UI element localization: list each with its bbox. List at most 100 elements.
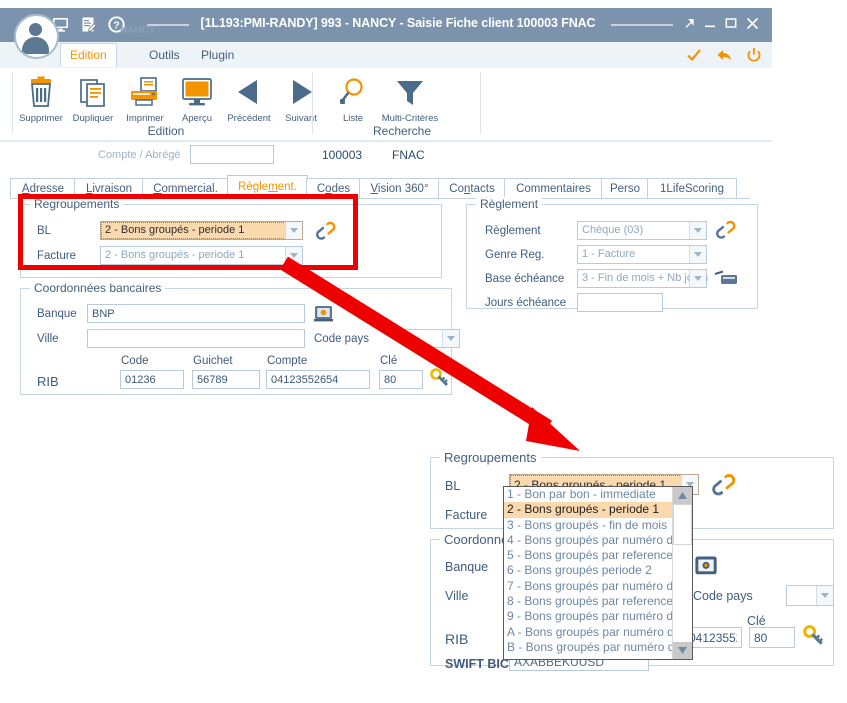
inset-rib-header-cle: Clé: [747, 614, 766, 628]
tab-1lifescoring[interactable]: 1LifeScoring: [647, 178, 737, 199]
genre-reg-combo[interactable]: 1 - Facture: [577, 245, 707, 264]
bank-safe-icon[interactable]: [313, 303, 335, 326]
reglement-label: Règlement: [485, 225, 541, 237]
menu-action-group: [686, 47, 762, 66]
maximize-icon[interactable]: [724, 16, 738, 30]
coordonnees-bancaires-group: Coordonnées bancaires Banque Ville Code …: [20, 281, 460, 395]
chevron-down-icon[interactable]: [689, 270, 706, 287]
ribbon-toolbar: Supprimer Dupliquer Imprimer Aperçu Préc: [0, 68, 772, 142]
zoomed-inset-panel: Regroupements BL 2 - Bons groupés - peri…: [425, 449, 847, 674]
dropdown-option[interactable]: 3 - Bons groupés - fin de mois: [504, 518, 692, 533]
rib-guichet-input[interactable]: [192, 370, 260, 389]
tab-commentaires[interactable]: Commentaires: [504, 178, 603, 199]
dropdown-scroll-track[interactable]: [673, 545, 692, 642]
reglement-combo-value: Chèque (03): [582, 224, 644, 236]
menu-bar: Edition Outils Plugin: [0, 42, 772, 69]
dropdown-option[interactable]: 4 - Bons groupés par numéro de commar: [504, 533, 692, 548]
reglement-combo[interactable]: Chèque (03): [577, 221, 707, 240]
ville-input[interactable]: [87, 329, 305, 348]
inset-ville-label: Ville: [445, 589, 469, 603]
inset-banque-label: Banque: [445, 560, 489, 574]
inset-bl-label: BL: [445, 479, 461, 493]
dropdown-option[interactable]: B - Bons groupés par numéro de commar: [504, 640, 692, 655]
dropdown-scroll-thumb[interactable]: [673, 504, 692, 545]
chain-link-icon[interactable]: [711, 473, 737, 500]
undo-arrow-icon[interactable]: [716, 47, 732, 66]
tab-vision-360[interactable]: Vision 360°: [359, 178, 440, 199]
user-avatar[interactable]: [14, 14, 59, 59]
dropdown-option[interactable]: 7 - Bons groupés par numéro de commar: [504, 579, 692, 594]
inset-code-pays-combo[interactable]: [786, 585, 834, 606]
rib-header-compte: Compte: [267, 355, 308, 367]
coordonnees-caption: Coordonnées bancaires: [30, 281, 166, 295]
ribbon-sep-2: [480, 72, 481, 134]
dropdown-option[interactable]: A - Bons groupés par numéro de commar: [504, 625, 692, 640]
close-icon[interactable]: [745, 16, 760, 31]
reglement-caption: Règlement: [476, 197, 543, 211]
ribbon-button-multi-criteres[interactable]: Multi-Critères: [374, 72, 446, 124]
key-icon[interactable]: [803, 625, 825, 652]
notes-icon[interactable]: [80, 16, 97, 33]
banque-input[interactable]: [87, 304, 305, 323]
minimize-icon[interactable]: [703, 16, 717, 30]
account-header-row: Compte / Abrégé 100003 FNAC: [0, 144, 772, 174]
compte-input[interactable]: [190, 145, 274, 164]
inset-rib-label: RIB: [445, 631, 469, 647]
dropdown-option[interactable]: 6 - Bons groupés periode 2: [504, 563, 692, 578]
menu-item-outils[interactable]: Outils: [140, 46, 189, 64]
inset-facture-label: Facture: [445, 508, 488, 522]
dropdown-option[interactable]: 5 - Bons groupés par reference de comm: [504, 548, 692, 563]
ghost-title-text: NANCY: [120, 25, 156, 36]
power-icon[interactable]: [746, 47, 762, 66]
base-echeance-combo[interactable]: 3 - Fin de mois + Nb jours: [577, 269, 708, 288]
validate-check-icon[interactable]: [686, 47, 702, 66]
account-number: 100003: [322, 148, 363, 162]
rib-label: RIB: [37, 374, 59, 389]
dropdown-option[interactable]: 8 - Bons groupés par reference de comm: [504, 594, 692, 609]
dropdown-option[interactable]: 9 - Bons groupés par numéro de commar: [504, 609, 692, 624]
rib-header-guichet: Guichet: [193, 355, 233, 367]
chevron-down-icon[interactable]: [442, 330, 459, 347]
menu-item-plugin[interactable]: Plugin: [192, 46, 243, 64]
genre-reg-label: Genre Reg.: [485, 249, 545, 261]
card-swipe-icon[interactable]: [714, 269, 738, 290]
inset-rib-cle-input[interactable]: [749, 627, 795, 648]
arrow-up-icon[interactable]: [673, 487, 692, 504]
titlebar-icon-group: ?: [52, 16, 125, 33]
window-title: [1L193:PMI-RANDY] 993 - NANCY - Saisie F…: [200, 16, 596, 30]
bl-dropdown-list[interactable]: 1 - Bon par bon - immediate 2 - Bons gro…: [503, 486, 693, 660]
dropdown-option[interactable]: 2 - Bons groupés - periode 1: [504, 502, 692, 518]
key-icon[interactable]: [430, 368, 450, 393]
rib-cle-input[interactable]: [379, 370, 423, 389]
ribbon-label-multi-criteres: Multi-Critères: [381, 113, 439, 124]
menu-item-edition[interactable]: Edition: [60, 43, 117, 67]
reglement-group: Règlement Règlement Chèque (03) Genre Re…: [466, 197, 758, 312]
tab-perso[interactable]: Perso: [601, 178, 649, 199]
inset-regroupements-caption: Regroupements: [440, 450, 541, 465]
rib-header-code: Code: [121, 355, 149, 367]
tab-contacts[interactable]: Contacts: [438, 178, 506, 199]
chevron-down-icon[interactable]: [689, 222, 706, 239]
rib-compte-input[interactable]: [266, 370, 370, 389]
genre-reg-value: 1 - Facture: [582, 248, 636, 260]
bank-safe-icon[interactable]: [693, 554, 719, 581]
restore-small-icon[interactable]: [682, 16, 696, 30]
title-rule-right: [611, 24, 673, 26]
ville-label: Ville: [37, 333, 59, 345]
jours-echeance-input[interactable]: [577, 293, 663, 312]
chain-link-icon[interactable]: [715, 220, 737, 243]
banque-label: Banque: [37, 308, 77, 320]
jours-echeance-label: Jours échéance: [485, 297, 567, 309]
funnel-icon: [374, 72, 446, 112]
arrow-down-icon[interactable]: [673, 642, 692, 659]
chevron-down-icon[interactable]: [689, 246, 706, 263]
chevron-down-icon[interactable]: [816, 586, 833, 605]
code-pays-label: Code pays: [314, 333, 369, 345]
dropdown-scrollbar[interactable]: [672, 487, 692, 659]
code-pays-combo[interactable]: [406, 329, 460, 348]
dropdown-option[interactable]: 1 - Bon par bon - immediate: [504, 487, 692, 502]
rib-code-input[interactable]: [120, 370, 184, 389]
ribbon-sep-1: [312, 72, 313, 134]
svg-text:?: ?: [113, 19, 119, 31]
compte-label: Compte / Abrégé: [98, 149, 181, 161]
